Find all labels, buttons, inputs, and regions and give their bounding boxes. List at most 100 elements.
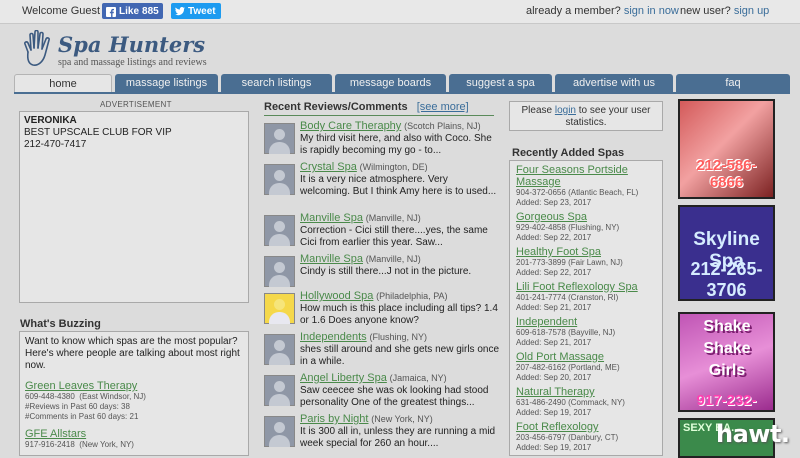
recent-spa-link[interactable]: Old Port Massage — [516, 351, 656, 363]
buzzing-spa-meta: 609-448-4380 (East Windsor, NJ) — [25, 392, 146, 401]
login-link[interactable]: login — [555, 105, 576, 116]
tab-faq[interactable]: faq — [676, 74, 790, 92]
tab-home[interactable]: home — [14, 74, 112, 93]
recent-spa-phone: 609-618-7578 (Bayville, NJ) — [516, 328, 616, 337]
recent-spa-added: Added: Sep 22, 2017 — [516, 233, 592, 242]
like-count: 885 — [142, 6, 159, 17]
review-location: (Jamaica, NY) — [389, 373, 447, 383]
ad-banner-1[interactable]: 212-586-6866 — [678, 99, 775, 199]
banner-title-line: Shake — [703, 340, 751, 357]
review-spa-link[interactable]: Independents — [300, 331, 367, 343]
recent-spa-link[interactable]: Lili Foot Reflexology Spa — [516, 281, 656, 293]
user-avatar — [264, 215, 295, 246]
user-avatar — [264, 293, 295, 324]
recent-spa-link[interactable]: Natural Therapy — [516, 386, 656, 398]
recent-spa-phone: 631-486-2490 (Commack, NY) — [516, 398, 625, 407]
user-stats-box: Please login to see your user statistics… — [509, 101, 663, 131]
ad-banner-skyline-spa[interactable]: Skyline Spa 212-265-3706 — [678, 205, 775, 301]
review-item: Angel Liberty Spa (Jamaica, NY) Saw ceece… — [264, 372, 500, 412]
like-label: Like — [119, 6, 140, 17]
user-avatar — [264, 123, 295, 154]
site-title: Spa Hunters — [58, 32, 206, 57]
nav-underline — [14, 92, 790, 94]
review-spa-link[interactable]: Manville Spa — [300, 212, 363, 224]
review-spa-link[interactable]: Paris by Night — [300, 413, 368, 425]
review-location: (Scotch Plains, NJ) — [404, 121, 481, 131]
user-avatar — [264, 416, 295, 447]
user-avatar — [264, 375, 295, 406]
review-spa-link[interactable]: Hollywood Spa — [300, 290, 373, 302]
user-avatar — [264, 334, 295, 365]
advertisement-box[interactable]: VERONIKA BEST UPSCALE CLUB FOR VIP 212-4… — [19, 111, 249, 303]
review-text: It is 300 all in, unless they are runnin… — [300, 426, 496, 449]
recent-spa-link[interactable]: Healthy Foot Spa — [516, 246, 656, 258]
tab-message-boards[interactable]: message boards — [335, 74, 446, 92]
review-spa-link[interactable]: Body Care Theraphy — [300, 120, 401, 132]
review-text: My third visit here, and also with Coco.… — [300, 133, 492, 156]
recent-spa-link[interactable]: Four Seasons Portside Massage — [516, 164, 656, 188]
list-item: Four Seasons Portside Massage 904-372-06… — [516, 164, 656, 208]
recent-spa-phone: 203-456-6797 (Danbury, CT) — [516, 433, 619, 442]
facebook-icon — [106, 6, 116, 17]
tab-advertise-with-us[interactable]: advertise with us — [555, 74, 673, 92]
tweet-button[interactable]: Tweet — [171, 3, 221, 19]
recent-spa-link[interactable]: Foot Reflexology — [516, 421, 656, 433]
review-location: (Manville, NJ) — [365, 213, 421, 223]
review-item: Manville Spa (Manville, NJ) Cindy is stil… — [264, 253, 500, 293]
recent-spa-phone: 904-372-0656 (Atlantic Beach, FL) — [516, 188, 639, 197]
review-text: How much is this place including all tip… — [300, 303, 498, 326]
hand-logo-icon — [24, 30, 50, 66]
twitter-bird-icon — [175, 7, 185, 16]
banner-title-line: Shake — [703, 318, 751, 335]
recently-added-heading: Recently Added Spas — [512, 147, 625, 159]
member-prompt: already a member? sign in now — [526, 5, 679, 17]
reviews-divider — [264, 115, 494, 116]
recent-spa-phone: 929-402-4858 (Flushing, NY) — [516, 223, 620, 232]
banner-title-line: Girls — [708, 362, 746, 379]
list-item: Independent 609-618-7578 (Bayville, NJ) … — [516, 316, 656, 348]
review-item: Manville Spa (Manville, NJ) Correction - … — [264, 212, 500, 252]
recent-spa-added: Added: Sep 20, 2017 — [516, 373, 592, 382]
site-logo[interactable]: Spa Hunters spa and massage listings and… — [22, 30, 242, 72]
review-spa-link[interactable]: Crystal Spa — [300, 161, 357, 173]
buzzing-spa-link[interactable]: GFE Allstars — [25, 428, 243, 440]
list-item: Lili Foot Reflexology Spa 401-241-7774 (… — [516, 281, 656, 313]
tab-search-listings[interactable]: search listings — [221, 74, 332, 92]
recent-spa-phone: 401-241-7774 (Cranston, RI) — [516, 293, 619, 302]
review-item: Body Care Theraphy (Scotch Plains, NJ) My… — [264, 120, 500, 160]
user-avatar — [264, 164, 295, 195]
recent-spa-added: Added: Sep 19, 2017 — [516, 443, 592, 452]
recent-spa-link[interactable]: Gorgeous Spa — [516, 211, 656, 223]
buzzing-spa-link[interactable]: Green Leaves Therapy — [25, 380, 243, 392]
list-item: Healthy Foot Spa 201-773-3899 (Fair Lawn… — [516, 246, 656, 278]
ad-name: VERONIKA — [24, 115, 77, 126]
ad-phone: 212-470-7417 — [24, 139, 87, 150]
review-item: Hollywood Spa (Philadelphia, PA) How much… — [264, 290, 500, 330]
review-location: (Flushing, NY) — [369, 332, 427, 342]
review-spa-link[interactable]: Manville Spa — [300, 253, 363, 265]
banner-phone: 212-586-6866 — [696, 157, 757, 191]
review-location: (New York, NY) — [371, 414, 433, 424]
buzzing-reviews-count: #Reviews in Past 60 days: 38 — [25, 402, 130, 411]
list-item: Gorgeous Spa 929-402-4858 (Flushing, NY)… — [516, 211, 656, 243]
see-more-link[interactable]: [see more] — [417, 101, 469, 113]
recent-spa-added: Added: Sep 21, 2017 — [516, 303, 592, 312]
recent-spa-added: Added: Sep 23, 2017 — [516, 198, 592, 207]
review-location: (Wilmington, DE) — [359, 162, 428, 172]
sign-up-link[interactable]: sign up — [734, 5, 769, 17]
watermark-logo: hawt. — [716, 420, 790, 448]
recent-spa-link[interactable]: Independent — [516, 316, 656, 328]
user-avatar — [264, 256, 295, 287]
review-text: Cindy is still there...J not in the pict… — [300, 266, 472, 277]
review-spa-link[interactable]: Angel Liberty Spa — [300, 372, 387, 384]
sign-in-link[interactable]: sign in now — [624, 5, 679, 17]
tab-massage-listings[interactable]: massage listings — [115, 74, 218, 92]
ad-banner-shake-girls[interactable]: Shake Shake Girls 917-232-4200 — [678, 312, 775, 412]
review-location: (Manville, NJ) — [365, 254, 421, 264]
tab-suggest-a-spa[interactable]: suggest a spa — [449, 74, 552, 92]
site-tagline: spa and massage listings and reviews — [58, 57, 207, 68]
facebook-like-button[interactable]: Like 885 — [102, 3, 163, 19]
recent-spa-phone: 201-773-3899 (Fair Lawn, NJ) — [516, 258, 623, 267]
ad-line: BEST UPSCALE CLUB FOR VIP — [24, 127, 172, 138]
recently-added-list: Four Seasons Portside Massage 904-372-06… — [509, 160, 663, 456]
